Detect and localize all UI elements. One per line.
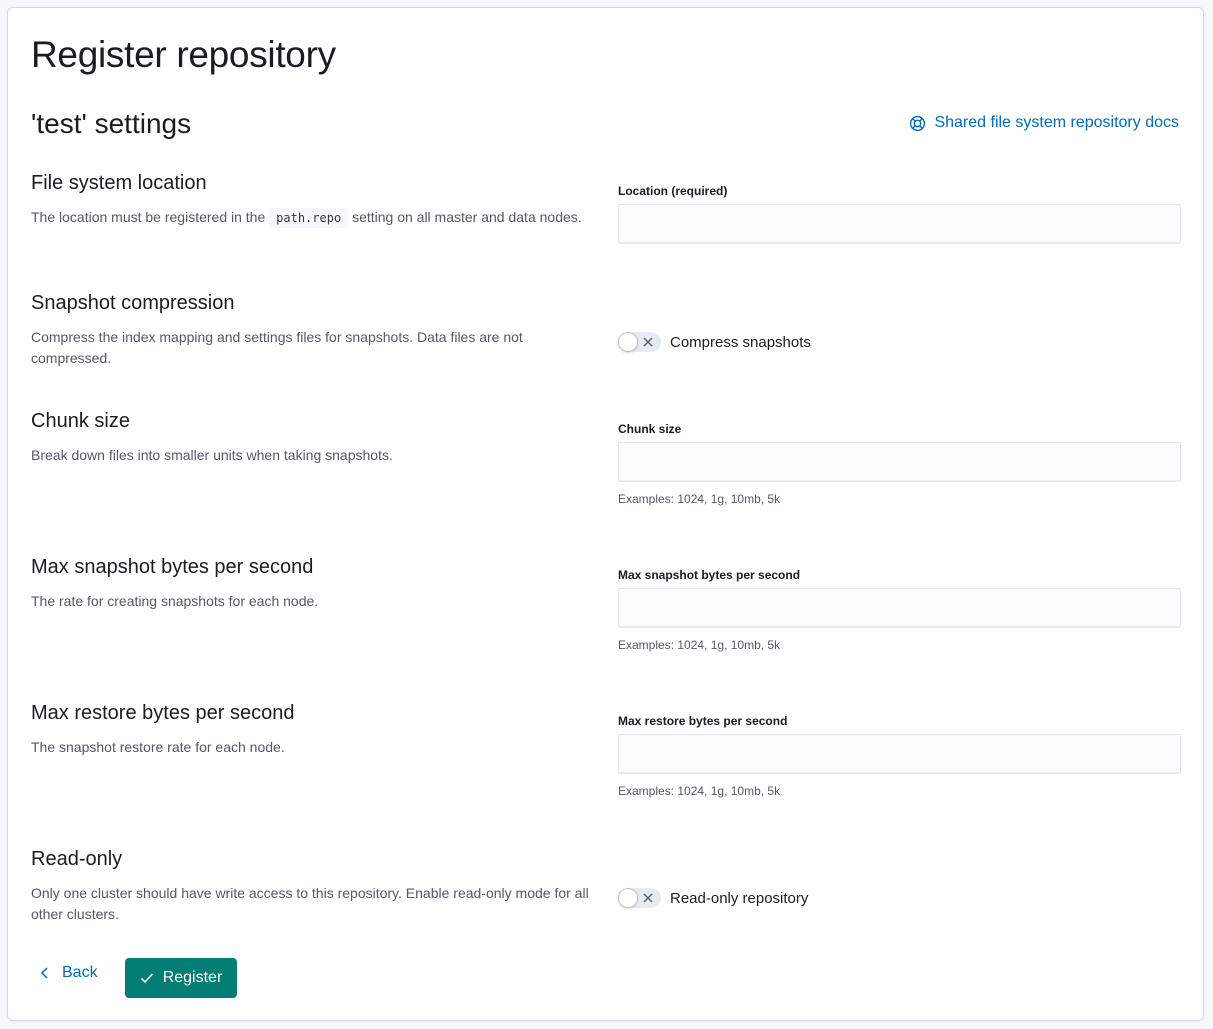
switch-knob: [618, 332, 638, 352]
register-button-label: Register: [162, 969, 223, 986]
chunk-size-help: Examples: 1024, 1g, 10mb, 5k: [618, 492, 781, 506]
max-restore-field-label: Max restore bytes per second: [618, 714, 788, 728]
readonly-description: Only one cluster should have write acces…: [31, 885, 589, 922]
max-snapshot-help: Examples: 1024, 1g, 10mb, 5k: [618, 638, 781, 652]
close-icon: [643, 337, 653, 347]
chunk-size-title: Chunk size: [31, 410, 130, 432]
help-lifebuoy-icon: [910, 115, 926, 131]
max-restore-title: Max restore bytes per second: [31, 702, 295, 724]
switch-knob: [618, 888, 638, 908]
readonly-label: Read-only repository: [670, 889, 809, 907]
compression-title: Snapshot compression: [31, 292, 235, 314]
chunk-size-input[interactable]: [618, 442, 1181, 482]
docs-link[interactable]: Shared file system repository docs: [909, 114, 1179, 132]
max-snapshot-description: The rate for creating snapshots for each…: [31, 593, 319, 609]
settings-title: 'test' settings: [31, 108, 192, 139]
chunk-size-field-label: Chunk size: [618, 422, 682, 436]
back-button[interactable]: Back: [40, 964, 98, 982]
page-title: Register repository: [31, 34, 336, 75]
close-icon: [643, 893, 653, 903]
path-repo-code: path.repo: [269, 208, 349, 228]
compress-snapshots-switch[interactable]: [618, 332, 661, 352]
max-snapshot-title: Max snapshot bytes per second: [31, 556, 314, 578]
chevron-left-icon: [40, 967, 48, 979]
readonly-title: Read-only: [31, 848, 123, 870]
compress-snapshots-label: Compress snapshots: [670, 333, 811, 351]
max-restore-description: The snapshot restore rate for each node.: [31, 739, 285, 755]
max-snapshot-field-label: Max snapshot bytes per second: [618, 568, 801, 582]
docs-link-label: Shared file system repository docs: [934, 114, 1179, 131]
check-icon: [140, 973, 153, 984]
location-title: File system location: [31, 172, 207, 194]
compression-description: Compress the index mapping and settings …: [31, 329, 523, 366]
location-field-label: Location (required): [618, 184, 728, 198]
location-desc-before: The location must be registered in the: [31, 209, 266, 225]
register-repository-panel: [7, 7, 1204, 1021]
max-restore-input[interactable]: [618, 734, 1181, 774]
max-restore-help: Examples: 1024, 1g, 10mb, 5k: [618, 784, 781, 798]
location-description: The location must be registered in the p…: [31, 207, 591, 229]
register-button[interactable]: Register: [125, 958, 237, 998]
location-input[interactable]: [618, 204, 1181, 244]
chunk-size-description: Break down files into smaller units when…: [31, 447, 393, 463]
location-desc-after: setting on all master and data nodes.: [352, 209, 582, 225]
back-button-label: Back: [62, 964, 98, 981]
compress-snapshots-toggle[interactable]: Compress snapshots: [618, 332, 811, 352]
max-snapshot-input[interactable]: [618, 588, 1181, 628]
readonly-switch[interactable]: [618, 888, 661, 908]
readonly-toggle[interactable]: Read-only repository: [618, 888, 808, 908]
